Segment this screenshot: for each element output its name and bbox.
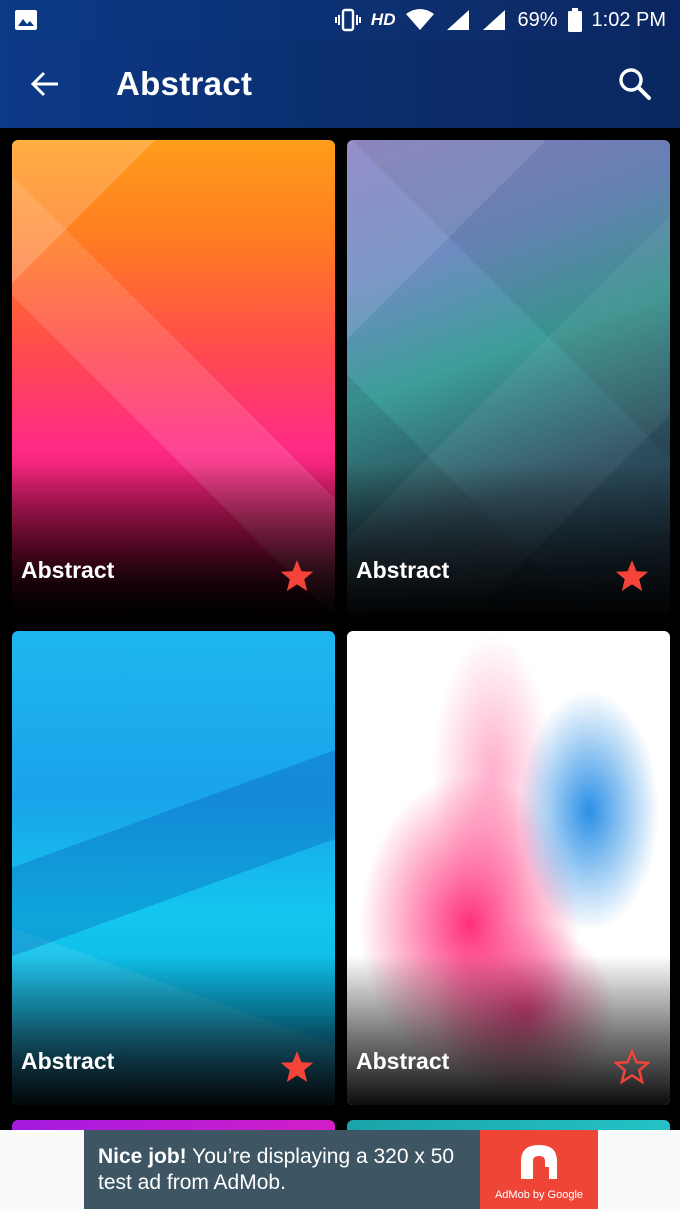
back-button[interactable]	[14, 53, 76, 115]
battery-percent: 69%	[517, 8, 558, 31]
vibrate-icon	[334, 8, 361, 32]
wallpaper-card[interactable]	[347, 1120, 670, 1130]
wallpaper-label: Abstract	[356, 1048, 450, 1074]
hd-label: HD	[370, 10, 396, 29]
arrow-left-icon	[30, 71, 58, 97]
page-title: Abstract	[116, 65, 253, 102]
admob-logo: AdMob by Google	[480, 1130, 598, 1209]
ad-text: Nice job! You’re displaying a 320 x 50 t…	[84, 1144, 480, 1196]
wallpaper-grid: Abstract Abstract Abstract Abstract	[0, 128, 680, 1130]
clock: 1:02 PM	[591, 8, 666, 31]
wallpaper-label: Abstract	[21, 557, 115, 583]
image-icon	[14, 9, 38, 31]
wallpaper-label: Abstract	[21, 1048, 115, 1074]
wallpaper-card[interactable]: Abstract	[12, 631, 335, 1105]
ad-banner-container: Nice job! You’re displaying a 320 x 50 t…	[0, 1130, 680, 1209]
wallpaper-card[interactable]: Abstract	[12, 140, 335, 614]
star-filled-icon[interactable]	[279, 1049, 315, 1085]
signal-icon	[445, 8, 471, 32]
ad-headline: Nice job!	[98, 1144, 187, 1168]
wallpaper-card[interactable]: Abstract	[347, 140, 670, 614]
wifi-icon	[405, 8, 435, 32]
star-outline-icon[interactable]	[614, 1049, 650, 1085]
status-bar: HD 69% 1:02 PM	[0, 0, 680, 40]
search-button[interactable]	[604, 53, 666, 115]
signal-icon	[481, 8, 507, 32]
search-icon	[619, 68, 651, 100]
ad-banner[interactable]: Nice job! You’re displaying a 320 x 50 t…	[84, 1130, 598, 1209]
wallpaper-label: Abstract	[356, 557, 450, 583]
wallpaper-card[interactable]: Abstract	[347, 631, 670, 1105]
admob-brand: AdMob by Google	[494, 1188, 584, 1201]
wallpaper-thumbnail	[347, 1120, 670, 1130]
star-filled-icon[interactable]	[279, 558, 315, 594]
battery-icon	[567, 8, 582, 32]
wallpaper-thumbnail	[12, 1120, 335, 1130]
star-filled-icon[interactable]	[614, 558, 650, 594]
app-bar: Abstract	[0, 40, 680, 128]
admob-icon	[521, 1144, 557, 1179]
wallpaper-card[interactable]	[12, 1120, 335, 1130]
